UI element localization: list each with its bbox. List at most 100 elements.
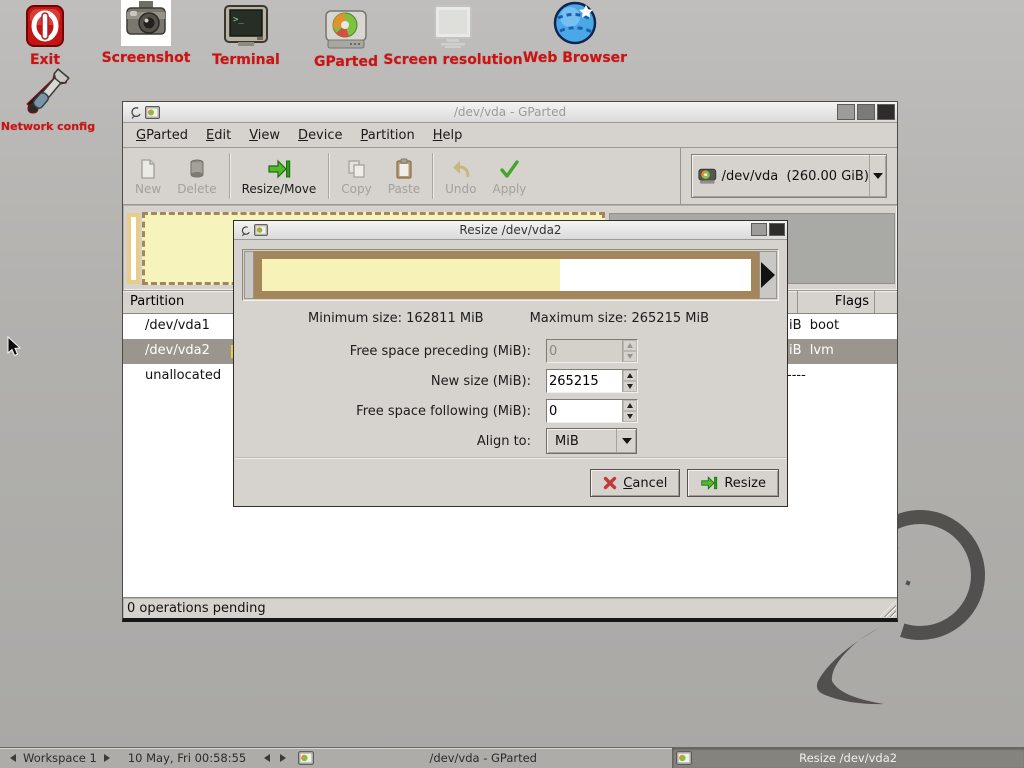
resize-used-space[interactable] — [262, 259, 560, 291]
spin-up-button[interactable] — [623, 400, 637, 411]
dialog-maximize-button[interactable] — [751, 223, 767, 236]
undo-icon — [450, 158, 472, 180]
row-used-fragment: ---- — [787, 368, 806, 383]
spin-up-button — [623, 340, 637, 351]
clock: 10 May, Fri 00:58:55 — [118, 751, 256, 765]
tools-icon — [21, 70, 75, 116]
operations-pending-text: 0 operations pending — [127, 601, 266, 616]
workspace-pager: Workspace 1 — [0, 751, 118, 765]
workspace-next-icon[interactable] — [104, 754, 110, 762]
maximize-button[interactable] — [857, 104, 875, 120]
menu-device[interactable]: Device — [289, 123, 351, 147]
launcher-terminal[interactable]: >_ Terminal — [198, 2, 294, 68]
resize-move-button[interactable]: Resize/Move — [234, 148, 325, 204]
wm-swirl-icon[interactable] — [128, 105, 141, 119]
cancel-button[interactable]: Cancel — [590, 469, 680, 497]
dialog-titlebar[interactable]: Resize /dev/vda2 — [234, 221, 787, 240]
column-header-flags: Flags — [798, 294, 872, 309]
column-header-partition: Partition — [130, 294, 184, 309]
scroll-left-icon[interactable] — [264, 754, 270, 762]
free-space-following-input[interactable] — [547, 400, 622, 422]
copy-button[interactable]: Copy — [333, 148, 379, 204]
scroll-right-icon[interactable] — [280, 754, 286, 762]
dialog-close-button[interactable] — [769, 223, 785, 236]
device-selector-value: /dev/vda (260.00 GiB) — [722, 169, 869, 184]
launcher-label: Screenshot — [102, 50, 191, 66]
spin-up-button[interactable] — [623, 370, 637, 381]
main-titlebar[interactable]: /dev/vda - GParted — [123, 102, 897, 123]
spin-down-button[interactable] — [623, 381, 637, 392]
wm-swirl-icon[interactable] — [239, 224, 250, 237]
new-size-input[interactable] — [547, 370, 622, 392]
resize-left-grip[interactable] — [244, 251, 254, 299]
workspace-label: Workspace 1 — [23, 751, 97, 765]
resize-right-grip[interactable] — [759, 251, 777, 299]
window-resize-grip[interactable] — [880, 601, 896, 617]
visual-partition-vda1[interactable] — [127, 213, 140, 284]
launcher-label: Terminal — [212, 52, 280, 68]
minimize-button[interactable] — [837, 104, 855, 120]
toolbar-separator — [229, 153, 230, 199]
toolbar: New Delete Resize/Move Copy — [123, 148, 897, 205]
resize-move-icon — [267, 158, 291, 180]
new-size-label: New size (MiB): — [234, 374, 546, 389]
launcher-screenshot[interactable]: Screenshot — [98, 0, 194, 66]
free-space-preceding-spinbox — [546, 339, 638, 363]
apply-button[interactable]: Apply — [485, 148, 535, 204]
menu-edit[interactable]: Edit — [197, 123, 240, 147]
globe-icon — [552, 0, 598, 46]
row-flags-fragment: iB boot — [789, 318, 839, 333]
statusbar: 0 operations pending — [123, 597, 897, 618]
menu-view[interactable]: View — [240, 123, 289, 147]
chevron-down-icon — [622, 438, 632, 444]
menubar: GParted Edit View Device Partition Help — [123, 123, 897, 148]
launcher-gparted[interactable]: GParted — [298, 4, 394, 70]
gparted-app-icon[interactable] — [145, 106, 160, 119]
undo-button[interactable]: Undo — [437, 148, 484, 204]
task-resize-dialog[interactable]: Resize /dev/vda2 — [672, 748, 1024, 768]
free-space-preceding-label: Free space preceding (MiB): — [234, 344, 546, 359]
launcher-web-browser[interactable]: Web Browser — [513, 0, 637, 66]
actions-separator — [235, 457, 786, 458]
launcher-label: Web Browser — [523, 50, 627, 66]
free-space-following-spinbox[interactable] — [546, 399, 638, 423]
gparted-drive-icon — [324, 4, 368, 50]
gparted-app-icon[interactable] — [254, 224, 268, 236]
gparted-app-icon — [298, 751, 314, 765]
align-to-label: Align to: — [234, 434, 546, 449]
new-button[interactable]: New — [127, 148, 169, 204]
resize-free-space[interactable] — [560, 259, 751, 291]
copy-icon — [346, 158, 368, 180]
launcher-network-config[interactable]: Network config — [0, 70, 96, 133]
workspace-prev-icon[interactable] — [10, 754, 16, 762]
minimum-size-label: Minimum size: 162811 MiB — [308, 311, 484, 326]
gparted-app-icon — [676, 751, 692, 765]
device-selector[interactable]: /dev/vda (260.00 GiB) — [691, 154, 887, 198]
menu-help[interactable]: Help — [424, 123, 472, 147]
mouse-cursor — [7, 336, 21, 357]
resize-arrow-icon — [700, 475, 718, 491]
free-space-following-label: Free space following (MiB): — [234, 404, 546, 419]
paste-icon — [393, 158, 415, 180]
row-flags-fragment: iB lvm — [789, 343, 834, 358]
chevron-down-icon — [873, 173, 883, 179]
grow-arrow-icon — [761, 262, 775, 288]
launcher-label: GParted — [314, 54, 378, 70]
menu-partition[interactable]: Partition — [352, 123, 424, 147]
align-to-combo[interactable]: MiB — [546, 428, 637, 454]
spin-down-button[interactable] — [623, 411, 637, 422]
launcher-exit[interactable]: Exit — [5, 2, 85, 68]
resize-partition-frame[interactable] — [254, 251, 759, 299]
delete-button[interactable]: Delete — [169, 148, 224, 204]
delete-partition-icon — [186, 158, 208, 180]
resize-button[interactable]: Resize — [687, 469, 779, 497]
launcher-screen-resolution[interactable]: Screen resolution — [383, 2, 523, 68]
task-gparted-main[interactable]: /dev/vda - GParted — [294, 748, 672, 768]
paste-button[interactable]: Paste — [380, 148, 428, 204]
close-button[interactable] — [877, 104, 895, 120]
menu-gparted[interactable]: GParted — [127, 123, 197, 147]
taskbar: Workspace 1 10 May, Fri 00:58:55 /dev/vd… — [0, 747, 1024, 768]
cancel-x-icon — [603, 476, 617, 490]
column-divider — [874, 291, 875, 313]
new-size-spinbox[interactable] — [546, 369, 638, 393]
